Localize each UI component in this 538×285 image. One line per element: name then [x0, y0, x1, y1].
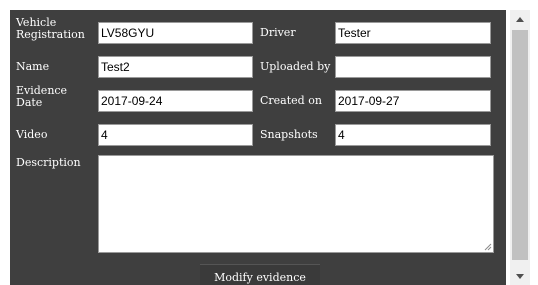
- name-field[interactable]: Test2: [98, 56, 253, 78]
- description-label: Description: [16, 156, 81, 169]
- snapshots-field[interactable]: 4: [335, 124, 491, 146]
- evidence-date-field[interactable]: 2017-09-24: [98, 90, 253, 112]
- snapshots-label: Snapshots: [260, 128, 318, 141]
- created-on-label: Created on: [260, 94, 322, 107]
- driver-label: Driver: [260, 26, 296, 39]
- evidence-date-label: Evidence Date: [16, 84, 68, 109]
- description-textarea[interactable]: [98, 155, 494, 253]
- chevron-up-icon[interactable]: [510, 10, 530, 28]
- video-field[interactable]: 4: [98, 124, 253, 146]
- video-label: Video: [16, 128, 48, 141]
- scrollbar-thumb[interactable]: [512, 30, 528, 260]
- driver-field[interactable]: Tester: [335, 22, 491, 44]
- modify-evidence-button[interactable]: Modify evidence: [200, 264, 320, 285]
- description-value: [99, 156, 493, 160]
- uploaded-by-label: Uploaded by: [260, 60, 331, 73]
- vertical-scrollbar[interactable]: [510, 10, 530, 285]
- created-on-field[interactable]: 2017-09-27: [335, 90, 491, 112]
- vehicle-registration-field[interactable]: LV58GYU: [98, 22, 253, 44]
- vehicle-registration-label: Vehicle Registration: [16, 16, 85, 41]
- chevron-down-icon[interactable]: [510, 267, 530, 285]
- resize-grip-icon[interactable]: [484, 243, 492, 251]
- evidence-form-panel: Vehicle Registration LV58GYU Driver Test…: [10, 10, 506, 285]
- uploaded-by-field[interactable]: [335, 56, 491, 78]
- name-label: Name: [16, 60, 50, 73]
